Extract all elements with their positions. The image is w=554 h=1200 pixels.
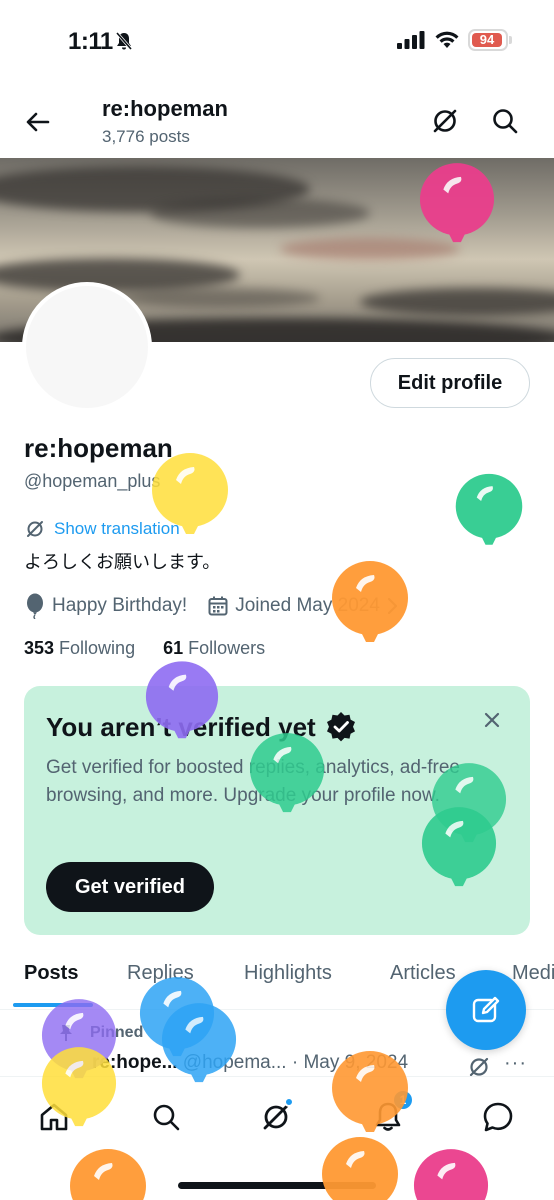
battery-level: 94	[479, 32, 495, 47]
wifi-icon	[435, 31, 459, 48]
followers-label: Followers	[188, 638, 266, 658]
birthday-text: Happy Birthday!	[52, 595, 188, 616]
edit-profile-button[interactable]: Edit profile	[370, 358, 530, 408]
tab-replies[interactable]: Replies	[127, 962, 194, 985]
post-header: re:hope... @hopema... · May 9, 2024	[92, 1052, 408, 1074]
nav-notifications[interactable]: 1	[368, 1091, 412, 1137]
profile-name: re:hopeman	[24, 433, 173, 463]
home-icon	[40, 1103, 68, 1131]
tab-media[interactable]: Media	[512, 962, 554, 985]
post-date: · May 9, 2024	[291, 1052, 409, 1073]
new-indicator-dot	[284, 1097, 294, 1107]
post-author-name: re:hope...	[92, 1052, 178, 1073]
calendar-icon	[208, 596, 228, 616]
bell-off-icon	[115, 32, 133, 50]
show-translation-link[interactable]: Show translation	[24, 517, 180, 541]
home-indicator	[178, 1182, 376, 1189]
profile-header: re:hopeman 3,776 posts	[0, 84, 554, 158]
tab-highlights[interactable]: Highlights	[244, 962, 332, 985]
verify-title: You aren’t verified yet	[46, 711, 316, 742]
show-translation-label: Show translation	[54, 519, 180, 538]
verification-card: You aren’t verified yet Get verified for…	[24, 686, 530, 935]
profile-bio: よろしくお願いします。	[24, 552, 221, 573]
nav-messages[interactable]	[478, 1097, 518, 1137]
following-link[interactable]: 353 Following	[24, 638, 135, 659]
followers-count: 61	[163, 638, 184, 658]
nav-search[interactable]	[146, 1097, 186, 1137]
grok-translate-icon	[27, 521, 43, 537]
search-icon[interactable]	[488, 104, 522, 138]
chevron-right-icon[interactable]	[386, 596, 400, 616]
pinned-row: Pinned	[58, 1024, 143, 1042]
tab-posts[interactable]: Posts	[24, 962, 78, 985]
pinned-label: Pinned	[90, 1024, 144, 1041]
verified-badge-icon	[326, 712, 355, 742]
following-label: Following	[59, 638, 136, 658]
tab-articles[interactable]: Articles	[390, 962, 456, 985]
search-icon	[153, 1104, 180, 1131]
compose-icon	[472, 996, 500, 1023]
message-bubble-icon	[483, 1102, 513, 1132]
header-title: re:hopeman	[102, 96, 228, 121]
joined-text: Joined May 2024	[235, 595, 380, 616]
avatar[interactable]	[22, 282, 152, 412]
back-arrow-icon[interactable]	[22, 106, 54, 138]
followers-link[interactable]: 61 Followers	[163, 638, 265, 659]
status-bar: 1:11 94	[0, 0, 554, 84]
verify-description: Get verified for boosted replies, analyt…	[46, 757, 460, 806]
pin-icon	[60, 1025, 72, 1041]
post-grok-icon[interactable]	[466, 1054, 492, 1076]
notification-badge: 1	[394, 1091, 412, 1109]
nav-home[interactable]	[34, 1097, 74, 1137]
status-time: 1:11	[68, 28, 113, 55]
profile-handle: @hopeman_plus	[24, 471, 161, 491]
more-icon[interactable]: ···	[504, 1052, 527, 1075]
battery-icon: 94	[468, 29, 508, 51]
balloon-icon	[455, 473, 523, 545]
verify-title-row: You aren’t verified yet	[46, 710, 358, 744]
get-verified-button[interactable]: Get verified	[46, 862, 214, 912]
nav-grok[interactable]	[256, 1097, 296, 1137]
active-tab-indicator	[13, 1003, 93, 1007]
following-count: 353	[24, 638, 55, 658]
posts-count: 3,776 posts	[102, 127, 190, 146]
profile-meta: Happy Birthday! Joined May 2024	[24, 592, 400, 620]
close-icon[interactable]	[480, 708, 504, 732]
grok-icon[interactable]	[428, 104, 462, 138]
signal-icon	[397, 31, 425, 49]
compose-button[interactable]	[446, 970, 526, 1050]
balloon-icon	[27, 593, 43, 619]
follow-stats: 353 Following 61 Followers	[24, 638, 265, 659]
post-author-handle: @hopema...	[182, 1052, 287, 1073]
